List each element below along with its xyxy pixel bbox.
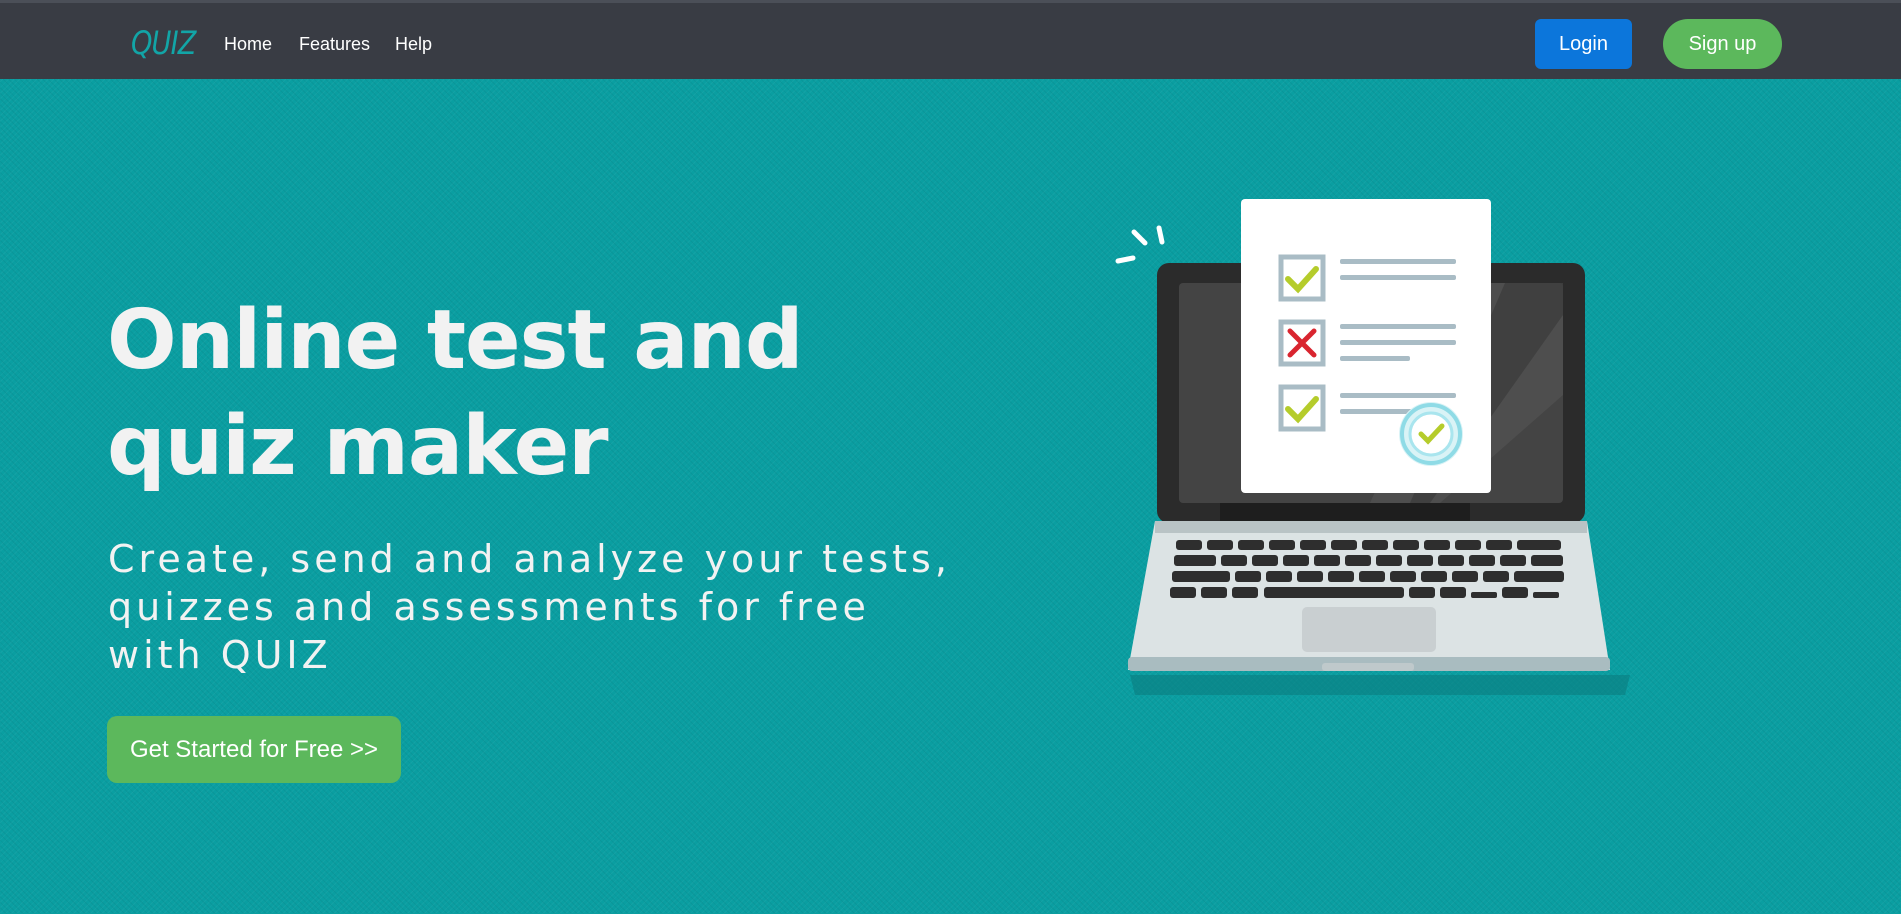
sparkle-icon <box>1115 225 1165 264</box>
quiz-logo[interactable]: QUIZ <box>131 24 196 62</box>
nav-link-home[interactable]: Home <box>224 34 272 55</box>
laptop-trackpad <box>1302 607 1436 652</box>
nav-link-help[interactable]: Help <box>395 34 432 55</box>
top-navbar: QUIZ Home Features Help Login Sign up <box>0 0 1901 79</box>
laptop-shadow <box>1130 675 1630 695</box>
hero-title: Online test and quiz maker <box>107 293 804 494</box>
laptop-quiz-illustration <box>1115 199 1630 695</box>
nav-link-features[interactable]: Features <box>299 34 370 55</box>
signup-button[interactable]: Sign up <box>1663 19 1782 69</box>
get-started-button[interactable]: Get Started for Free >> <box>107 716 401 783</box>
login-button[interactable]: Login <box>1535 19 1632 69</box>
hero-subtitle: Create, send and analyze your tests, qui… <box>108 537 951 677</box>
approved-check-icon <box>1399 402 1463 466</box>
